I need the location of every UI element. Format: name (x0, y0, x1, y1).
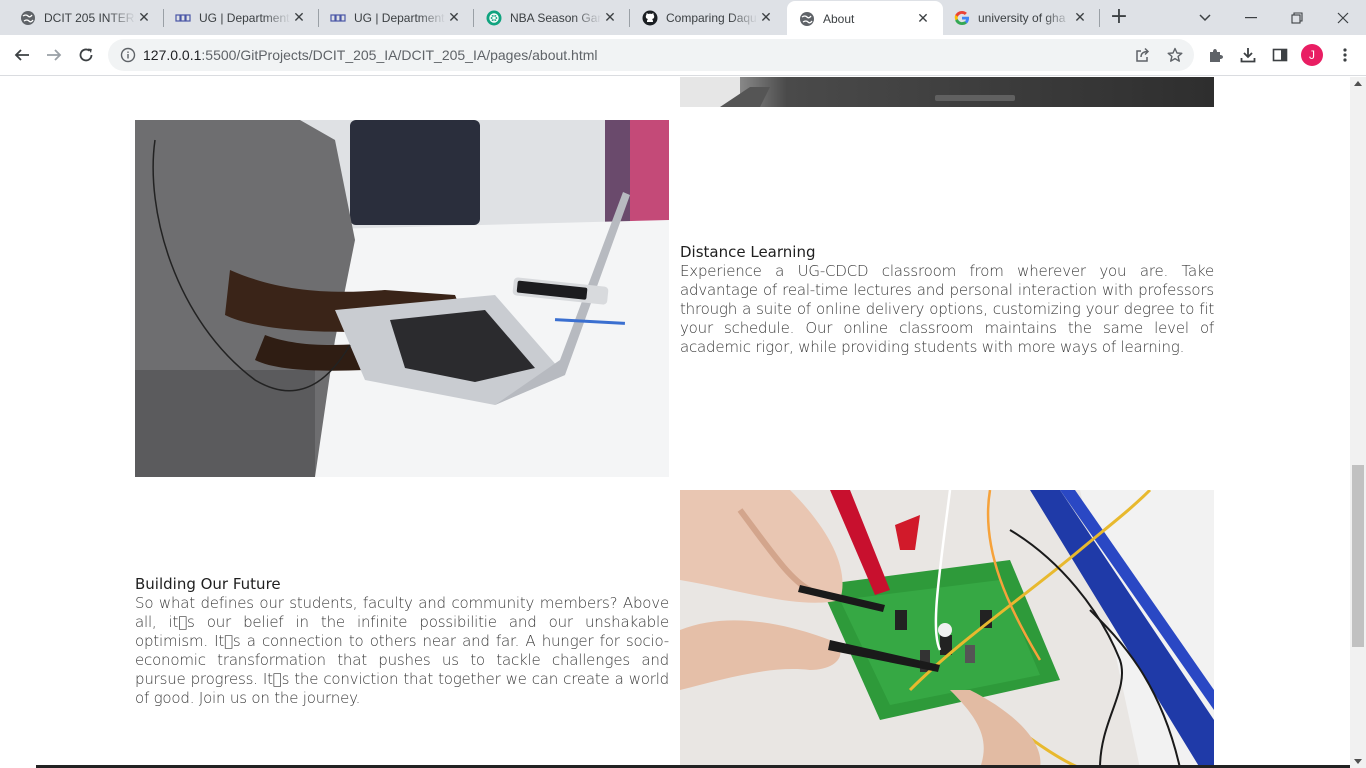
section-body: Experience a UG-CDCD classroom from wher… (680, 262, 1214, 356)
tab-title: UG | Department (199, 10, 290, 25)
scroll-down-arrow-icon[interactable] (1354, 759, 1362, 764)
reload-icon[interactable] (72, 41, 100, 69)
url-path: :5500/GitProjects/DCIT_205_IA/DCIT_205_I… (201, 47, 598, 63)
side-panel-icon[interactable] (1269, 44, 1291, 66)
tab-search-icon[interactable] (1182, 0, 1228, 35)
forward-arrow-icon[interactable] (40, 41, 68, 69)
page-viewport: Distance Learning Experience a UG-CDCD c… (0, 77, 1350, 768)
close-tab-icon[interactable]: ✕ (446, 10, 462, 26)
browser-tab[interactable]: Comparing Daqu ✕ (622, 0, 786, 35)
ug-logo-icon (330, 10, 346, 26)
url-host: 127.0.0.1 (143, 47, 202, 63)
ug-logo-icon (175, 10, 191, 26)
previous-section-image (680, 77, 1214, 107)
back-arrow-icon[interactable] (8, 41, 36, 69)
browser-tab[interactable]: NBA Season Gam ✕ (466, 0, 630, 35)
browser-toolbar: 127.0.0.1:5500/GitProjects/DCIT_205_IA/D… (0, 35, 1366, 76)
minimize-icon[interactable] (1228, 0, 1274, 35)
github-icon (642, 10, 658, 26)
page-scrollbar[interactable] (1350, 77, 1366, 768)
share-icon[interactable] (1132, 44, 1154, 66)
close-tab-icon[interactable]: ✕ (1072, 10, 1088, 26)
scrollbar-thumb[interactable] (1352, 465, 1364, 647)
browser-tab[interactable]: DCIT 205 INTERIM ✕ (0, 0, 164, 35)
browser-tab[interactable]: university of gha ✕ (944, 0, 1100, 35)
close-tab-icon[interactable]: ✕ (758, 10, 774, 26)
globe-icon (20, 10, 36, 26)
extensions-puzzle-icon[interactable] (1205, 44, 1227, 66)
close-window-icon[interactable] (1320, 0, 1366, 35)
profile-avatar[interactable]: J (1301, 44, 1323, 66)
close-tab-icon[interactable]: ✕ (602, 10, 618, 26)
browser-tab[interactable]: UG | Department ✕ (310, 0, 474, 35)
tab-title: NBA Season Gam (510, 10, 602, 25)
browser-tab[interactable]: UG | Department ✕ (155, 0, 319, 35)
globe-icon (799, 11, 815, 27)
google-icon (954, 10, 970, 26)
new-tab-button[interactable]: + (1108, 6, 1130, 29)
close-tab-icon[interactable]: ✕ (915, 11, 931, 27)
bookmark-star-icon[interactable] (1164, 44, 1186, 66)
section-heading: Distance Learning (680, 243, 816, 261)
distance-learning-section: Distance Learning Experience a UG-CDCD c… (680, 243, 1214, 357)
tab-separator (1099, 9, 1100, 27)
building-our-future-section: Building Our Future So what defines our … (135, 575, 669, 708)
close-tab-icon[interactable]: ✕ (136, 10, 152, 26)
close-tab-icon[interactable]: ✕ (291, 10, 307, 26)
address-bar[interactable]: 127.0.0.1:5500/GitProjects/DCIT_205_IA/D… (108, 39, 1194, 71)
browser-tab-active[interactable]: About ✕ (787, 1, 943, 36)
site-info-icon[interactable] (120, 47, 136, 63)
chatgpt-icon (486, 10, 502, 26)
url-text: 127.0.0.1:5500/GitProjects/DCIT_205_IA/D… (143, 47, 598, 63)
distance-learning-image (135, 120, 669, 477)
scroll-up-arrow-icon[interactable] (1354, 81, 1362, 86)
browser-tab-strip: DCIT 205 INTERIM ✕ UG | Department ✕ UG … (0, 0, 1366, 36)
download-icon[interactable] (1237, 44, 1259, 66)
section-body: So what defines our students, faculty an… (135, 594, 669, 707)
section-heading: Building Our Future (135, 575, 281, 593)
kebab-menu-icon[interactable] (1334, 44, 1356, 66)
tab-title: Comparing Daqu (666, 10, 757, 25)
tab-title: university of gha (978, 10, 1066, 25)
building-our-future-image (680, 490, 1214, 768)
tab-title: About (823, 11, 855, 26)
tab-title: UG | Department (354, 10, 445, 25)
tab-title: DCIT 205 INTERIM (44, 10, 136, 25)
restore-icon[interactable] (1274, 0, 1320, 35)
